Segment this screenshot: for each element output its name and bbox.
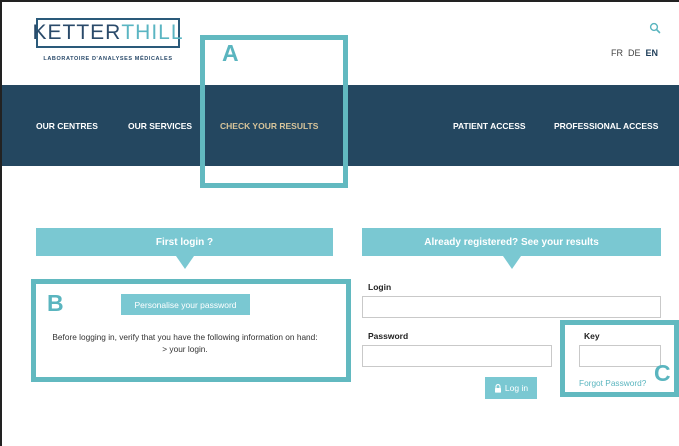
info-line-1: Before logging in, verify that you have … — [52, 332, 318, 342]
nav-our-centres[interactable]: OUR CENTRES — [36, 121, 98, 131]
logo-text-part1: KETTER — [32, 21, 122, 44]
nav-professional-access[interactable]: PROFESSIONAL ACCESS — [554, 121, 658, 131]
log-in-button[interactable]: Log in — [485, 377, 537, 399]
log-in-label: Log in — [504, 383, 529, 393]
registered-arrow — [503, 256, 521, 269]
lang-en[interactable]: EN — [646, 48, 659, 58]
annotation-label-a: A — [222, 40, 239, 66]
personalise-password-button[interactable]: Personalise your password — [121, 294, 250, 315]
first-login-header: First login ? — [36, 228, 333, 256]
info-line-2: > your login. — [162, 344, 208, 354]
logo-tagline: LABORATOIRE D'ANALYSES MÉDICALES — [43, 56, 173, 62]
annotation-label-c: C — [654, 360, 671, 386]
registered-header: Already registered? See your results — [362, 228, 661, 256]
search-icon[interactable] — [649, 22, 661, 34]
lang-de[interactable]: DE — [628, 48, 641, 58]
password-input[interactable] — [362, 345, 552, 367]
logo-text-part2: THILL — [121, 21, 184, 44]
password-label: Password — [368, 331, 409, 341]
key-label: Key — [584, 331, 600, 341]
first-login-arrow — [176, 256, 194, 269]
brand-logo[interactable]: KETTER THILL — [32, 18, 184, 48]
annotation-label-b: B — [47, 290, 64, 316]
key-input[interactable] — [579, 345, 661, 367]
login-input[interactable] — [362, 296, 661, 318]
login-label: Login — [368, 282, 392, 292]
lock-icon — [494, 383, 501, 393]
first-login-info: Before logging in, verify that you have … — [42, 331, 328, 355]
language-switcher: FR DE EN — [611, 48, 658, 58]
nav-our-services[interactable]: OUR SERVICES — [128, 121, 192, 131]
forgot-password-link[interactable]: Forgot Password? — [579, 378, 646, 388]
nav-patient-access[interactable]: PATIENT ACCESS — [453, 121, 526, 131]
lang-fr[interactable]: FR — [611, 48, 623, 58]
